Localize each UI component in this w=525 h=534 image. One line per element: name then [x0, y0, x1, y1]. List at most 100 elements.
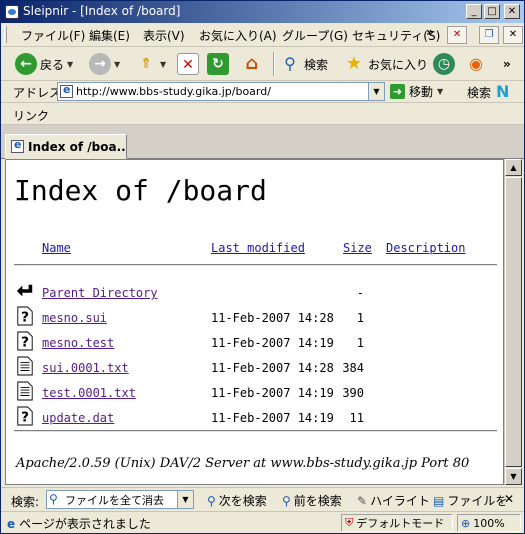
file-modified: 11-Feb-2007 14:28 — [211, 311, 334, 325]
menu-group[interactable]: グループ(G) — [282, 27, 348, 44]
file-size: 11 — [349, 411, 364, 425]
file-link[interactable]: mesno.test — [42, 336, 114, 350]
file-size: 390 — [342, 386, 364, 400]
toolbar-separator — [273, 52, 275, 76]
close-button[interactable]: ✕ — [504, 4, 520, 19]
find-bar: 検索: ⚲ ファイルを全て消去 ▼ ⚲ 次を検索 ⚲ 前を検索 ✎ ハイライト … — [1, 487, 524, 511]
menu-bar: ファイル(F) 編集(E) 表示(V) お気に入り(A) グループ(G) セキュ… — [1, 23, 524, 47]
menu-edit[interactable]: 編集(E) — [89, 27, 130, 44]
find-select[interactable]: ⚲ ファイルを全て消去 ▼ — [46, 490, 194, 509]
highlight-label: ハイライト — [370, 494, 430, 508]
scroll-thumb[interactable] — [505, 177, 522, 467]
minimize-button[interactable]: _ — [466, 4, 482, 19]
column-header-modified[interactable]: Last modified — [211, 241, 305, 255]
footer-divider — [14, 430, 497, 432]
links-bar: リンク — [1, 103, 524, 125]
favorites-button[interactable]: ★ お気に入り — [343, 51, 428, 77]
scroll-up-arrow-icon[interactable]: ▲ — [505, 159, 522, 176]
scroll-down-arrow-icon[interactable]: ▼ — [505, 468, 522, 485]
tab-index-of-board[interactable]: Index of /boa... — [5, 134, 127, 159]
chevron-down-icon[interactable]: ▼ — [177, 491, 193, 508]
refresh-button[interactable]: ↻ — [207, 51, 229, 77]
zoom-icon: ⊕ — [461, 516, 471, 530]
find-file-button[interactable]: ▤ ファイルを — [433, 492, 507, 509]
column-header-description[interactable]: Description — [386, 241, 465, 255]
zoom-value: 100% — [473, 516, 505, 530]
address-label: アドレス — [13, 86, 62, 100]
menu-view[interactable]: 表示(V) — [143, 27, 185, 44]
rss-button[interactable]: ◉ — [465, 51, 487, 77]
close-tab-icon[interactable]: ✕ — [447, 26, 467, 44]
folder-up-icon: ⇑ — [140, 56, 152, 72]
column-header-name[interactable]: Name — [42, 241, 71, 255]
shield-icon: ⛨ — [345, 516, 354, 529]
maximize-button[interactable]: □ — [484, 4, 500, 19]
chevron-down-icon: ▼ — [67, 59, 74, 69]
file-size: 1 — [356, 336, 364, 350]
find-next-label: 次を検索 — [218, 494, 267, 508]
table-row: ? update.dat 11-Feb-2007 14:19 11 — [6, 406, 503, 431]
find-bar-close-icon[interactable]: ✕ — [504, 492, 514, 506]
tab-close-icon[interactable]: ✕ — [503, 26, 523, 44]
go-button[interactable]: ➜ 移動 ▼ — [390, 83, 443, 100]
favorites-label: お気に入り — [368, 57, 429, 72]
file-link[interactable]: sui.0001.txt — [42, 361, 129, 375]
up-button[interactable]: ⇑ ▼ — [135, 51, 166, 77]
page-heading: Index of /board — [14, 174, 267, 207]
file-link[interactable]: mesno.sui — [42, 311, 107, 325]
page-icon — [11, 138, 24, 153]
history-clock-icon: ◷ — [433, 53, 455, 75]
server-signature: Apache/2.0.59 (Unix) DAV/2 Server at www… — [16, 456, 470, 471]
chevron-down-icon[interactable]: ▼ — [368, 83, 384, 100]
file-link[interactable]: update.dat — [42, 411, 114, 425]
unknown-file-icon: ? — [17, 306, 33, 326]
find-prev-button[interactable]: ⚲ 前を検索 — [282, 492, 342, 509]
file-modified: 11-Feb-2007 14:19 — [211, 336, 334, 350]
history-button[interactable]: ◷ — [433, 51, 455, 77]
menubar-grip — [4, 26, 7, 43]
chevron-down-icon: ▼ — [160, 59, 167, 69]
find-select-value: ファイルを全て消去 — [65, 493, 164, 507]
vertical-scrollbar[interactable]: ▲ ▼ — [504, 159, 522, 485]
column-header-size[interactable]: Size — [343, 241, 372, 255]
stop-icon: ✕ — [177, 53, 199, 75]
file-link[interactable]: Parent Directory — [42, 286, 158, 300]
text-file-icon — [17, 356, 33, 376]
svg-text:?: ? — [21, 409, 29, 425]
url-input[interactable] — [76, 84, 366, 99]
go-arrow-icon: ➜ — [390, 84, 405, 99]
sleipnir-app-icon — [5, 5, 19, 19]
mode-label: デフォルトモード — [356, 517, 445, 530]
menu-overflow-chevron[interactable]: » — [426, 25, 434, 39]
find-prev-label: 前を検索 — [293, 494, 342, 508]
file-icon: ▤ — [433, 493, 445, 508]
stop-button[interactable]: ✕ — [177, 51, 199, 77]
menu-file[interactable]: ファイル(F) — [21, 27, 85, 44]
home-button[interactable]: ⌂ — [241, 51, 263, 77]
toolbar-overflow-chevron[interactable]: » — [503, 51, 511, 77]
file-modified: 11-Feb-2007 14:28 — [211, 361, 334, 375]
address-search-label[interactable]: 検索 — [467, 84, 491, 101]
mode-panel[interactable]: ⛨ デフォルトモード — [341, 514, 453, 532]
unknown-file-icon: ? — [17, 406, 33, 426]
restore-tab-icon[interactable]: ❐ — [479, 26, 499, 44]
search-engine-logo[interactable]: N — [496, 82, 509, 101]
search-label: 検索 — [304, 57, 329, 72]
status-message: e ページが表示されました — [7, 515, 151, 532]
zoom-panel[interactable]: ⊕ 100% — [457, 514, 521, 532]
menu-favorites[interactable]: お気に入り(A) — [199, 27, 277, 44]
tab-label: Index of /boa... — [28, 139, 127, 154]
links-label[interactable]: リンク — [13, 107, 49, 124]
find-next-button[interactable]: ⚲ 次を検索 — [207, 492, 267, 509]
forward-button[interactable]: → ▼ — [89, 51, 120, 77]
svg-text:?: ? — [21, 309, 29, 325]
back-button[interactable]: ← 戻る ▼ — [15, 51, 73, 77]
highlight-button[interactable]: ✎ ハイライト — [357, 492, 430, 509]
file-modified: 11-Feb-2007 14:19 — [211, 386, 334, 400]
title-bar: Sleipnir - [Index of /board] _ □ ✕ — [1, 1, 524, 23]
address-field[interactable]: ▼ — [57, 82, 385, 101]
file-link[interactable]: test.0001.txt — [42, 386, 136, 400]
search-button[interactable]: ⚲ 検索 — [279, 51, 328, 77]
back-arrow-icon: ← — [15, 53, 37, 75]
table-row: ? mesno.test 11-Feb-2007 14:19 1 — [6, 331, 503, 356]
